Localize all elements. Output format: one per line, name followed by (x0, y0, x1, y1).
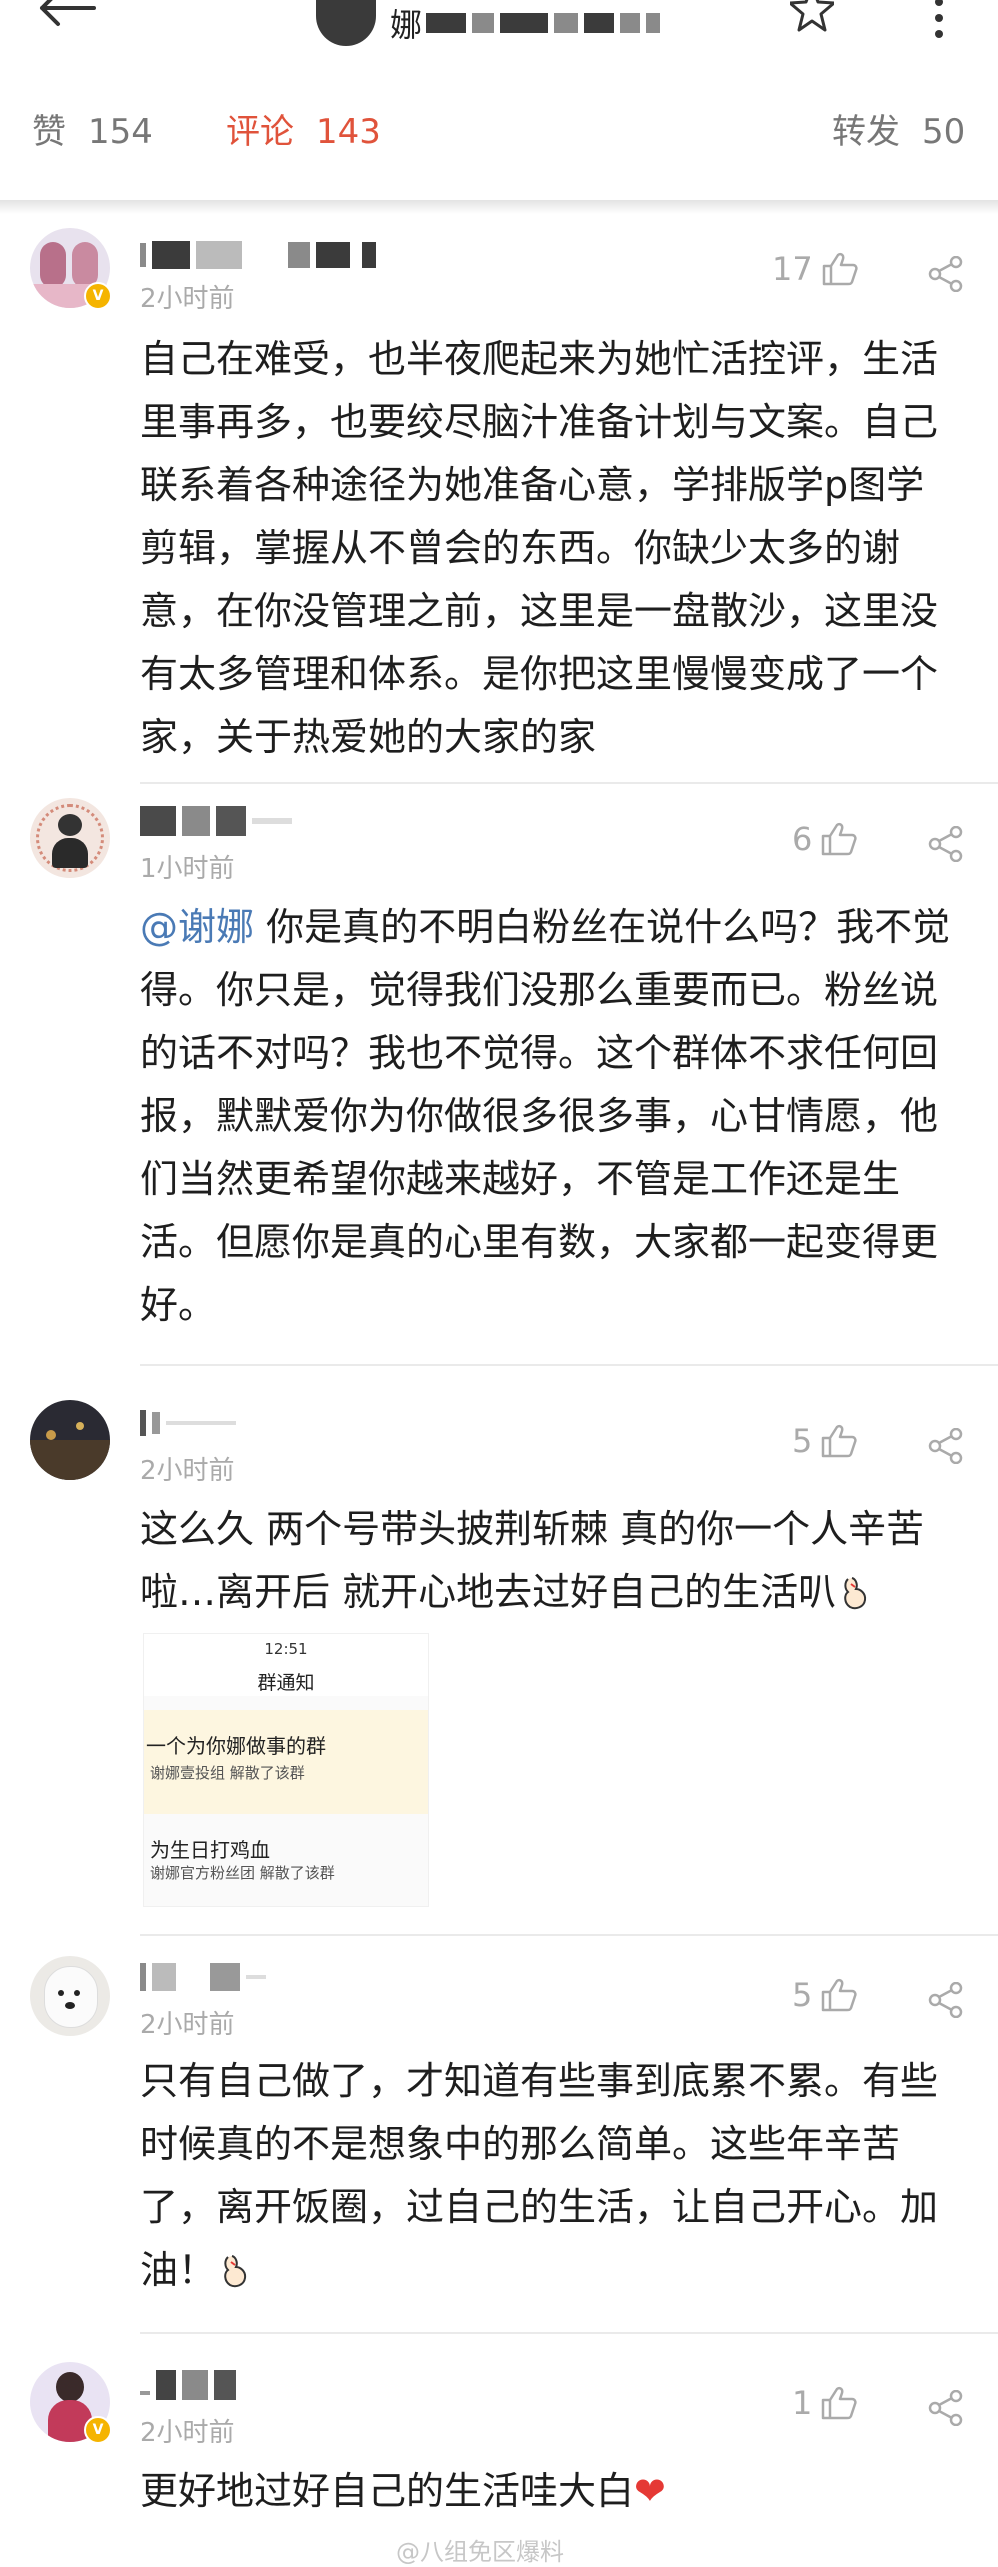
reposts-label: 转发 (832, 112, 900, 152)
redaction-block (500, 13, 549, 33)
comment-body: 你是真的不明白粉丝在说什么吗？我不觉得。你只是，觉得我们没那么重要而已。粉丝说的… (140, 905, 951, 1327)
comment-text: 自己在难受，也半夜爬起来为她忙活控评，生活里事再多，也要绞尽脑汁准备计划与文案。… (140, 337, 939, 759)
username[interactable] (140, 1960, 272, 1994)
comment-text: 这么久 两个号带头披荆斩棘 真的你一个人辛苦啦…离开后 就开心地去过好自己的生活… (140, 1498, 960, 1624)
image-row-subtitle: 谢娜壹投组 解散了该群 (150, 1764, 305, 1782)
username[interactable] (140, 804, 298, 838)
comment-time: 1小时前 (140, 854, 235, 884)
avatar[interactable] (30, 798, 110, 878)
like-button[interactable]: 6 (792, 820, 858, 858)
like-button[interactable]: 5 (792, 1976, 858, 2014)
divider (140, 782, 998, 784)
comment-body: 更好地过好自己的生活哇大白 (140, 2469, 635, 2513)
like-count: 5 (792, 1422, 813, 1460)
like-count: 5 (792, 1976, 813, 2014)
page-title[interactable]: 娜 (316, 0, 666, 46)
watermark: @八组免区爆料 (396, 2538, 564, 2566)
redaction-block (426, 13, 467, 33)
share-icon[interactable] (928, 1428, 964, 1464)
like-button[interactable]: 1 (792, 2384, 858, 2422)
back-arrow-icon[interactable] (32, 0, 102, 40)
image-row-title: 为生日打鸡血 (150, 1838, 270, 1862)
share-icon[interactable] (928, 2390, 964, 2426)
star-icon[interactable] (790, 0, 834, 40)
image-row-title: 一个为你娜做事的群 (146, 1734, 326, 1758)
comment-body: 只有自己做了，才知道有些事到底累不累。有些时候真的不是想象中的那么简单。这些年辛… (140, 2059, 939, 2292)
reposts-count: 50 (922, 112, 966, 152)
top-bar: 娜 (0, 0, 998, 62)
mention-link[interactable]: @谢娜 (140, 905, 254, 949)
comment-time: 2小时前 (140, 1456, 235, 1486)
username[interactable] (140, 2368, 242, 2402)
comment-time: 2小时前 (140, 2418, 235, 2448)
image-time: 12:51 (264, 1640, 308, 1658)
redaction-block (584, 13, 615, 33)
comment-body: 这么久 两个号带头披荆斩棘 真的你一个人辛苦啦…离开后 就开心地去过好自己的生活… (140, 1507, 925, 1614)
comments-count: 143 (316, 112, 381, 152)
image-header: 12:51 群通知 (144, 1634, 428, 1696)
divider (140, 1934, 998, 1936)
title-char: 娜 (390, 6, 423, 44)
redaction-block (554, 13, 579, 33)
image-row-subtitle: 谢娜官方粉丝团 解散了该群 (150, 1864, 335, 1882)
share-icon[interactable] (928, 826, 964, 862)
share-icon[interactable] (928, 256, 964, 292)
comment-text: 只有自己做了，才知道有些事到底累不累。有些时候真的不是想象中的那么简单。这些年辛… (140, 2050, 960, 2302)
avatar[interactable] (30, 1400, 110, 1480)
more-vertical-icon[interactable] (932, 0, 946, 40)
thumbs-up-icon (822, 1978, 857, 2012)
verified-badge: V (84, 282, 112, 310)
thumbs-up-icon (822, 252, 858, 286)
tab-reposts[interactable]: 转发 50 (832, 104, 965, 153)
tab-likes[interactable]: 赞 154 (32, 104, 153, 153)
username[interactable] (140, 238, 382, 272)
image-title: 群通知 (257, 1672, 315, 1694)
tab-comments[interactable]: 评论 143 (226, 104, 381, 153)
comments-label: 评论 (226, 112, 294, 152)
divider (140, 1364, 998, 1366)
username[interactable] (140, 1406, 242, 1440)
finger-heart-emoji-icon (844, 1577, 867, 1610)
redaction-block (472, 13, 495, 33)
comment-text: @谢娜 你是真的不明白粉丝在说什么吗？我不觉得。你只是，觉得我们没那么重要而已。… (140, 896, 960, 1337)
like-button[interactable]: 5 (792, 1422, 858, 1460)
heart-emoji-icon: ❤ (634, 2469, 666, 2513)
likes-count: 154 (88, 112, 153, 152)
like-count: 17 (772, 250, 813, 288)
title-name: 娜 (390, 6, 666, 44)
redaction-block (646, 13, 661, 33)
comment-time: 2小时前 (140, 2010, 235, 2040)
like-count: 1 (792, 2384, 813, 2422)
comment-time: 2小时前 (140, 284, 235, 314)
image-notice-card: 一个为你娜做事的群 谢娜壹投组 解散了该群 (144, 1710, 428, 1814)
thumbs-up-icon (822, 1424, 857, 1458)
verified-badge: V (84, 2416, 112, 2444)
finger-heart-emoji-icon (224, 2255, 247, 2288)
comment-text: 更好地过好自己的生活哇大白❤ (140, 2460, 960, 2523)
stats-tabs: 赞 154 评论 143 转发 50 (0, 104, 998, 184)
like-count: 6 (792, 820, 813, 858)
thumbs-up-icon (822, 822, 857, 856)
share-icon[interactable] (928, 1982, 964, 2018)
like-button[interactable]: 17 (772, 250, 859, 288)
likes-label: 赞 (32, 112, 66, 152)
comment-image[interactable]: 12:51 群通知 一个为你娜做事的群 谢娜壹投组 解散了该群 为生日打鸡血 谢… (143, 1633, 429, 1907)
divider (0, 200, 998, 214)
thumbs-up-icon (822, 2386, 857, 2420)
avatar[interactable] (30, 1956, 110, 2036)
divider (140, 2332, 998, 2334)
redaction-block (620, 13, 641, 33)
title-avatar (316, 0, 376, 46)
